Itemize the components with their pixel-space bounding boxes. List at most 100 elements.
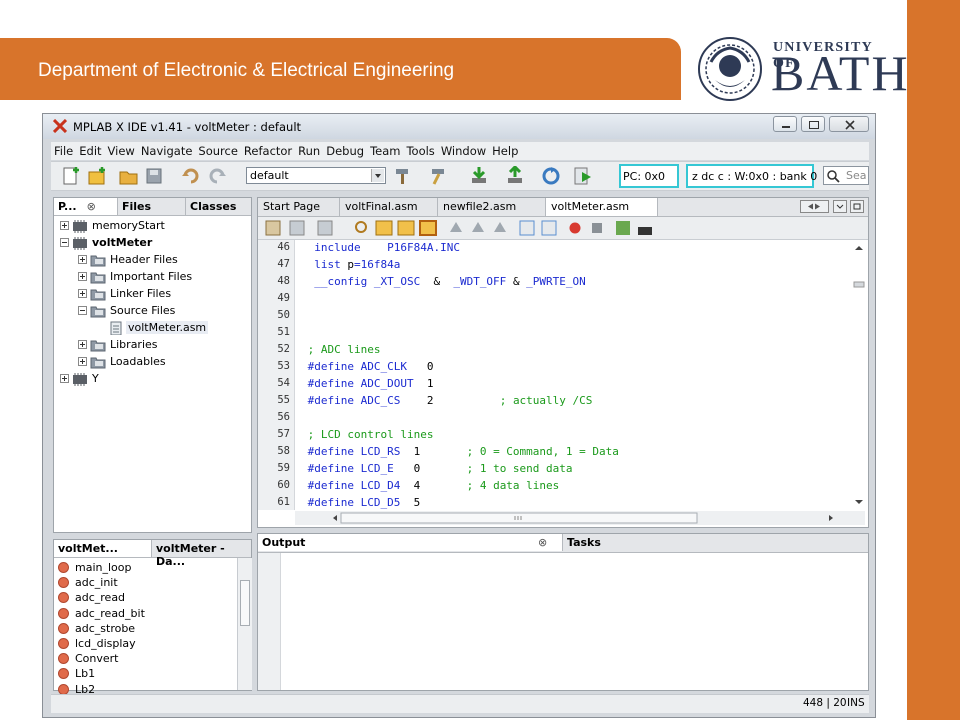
symbol-item[interactable]: main_loop [58,561,131,576]
tab-dashboard[interactable]: voltMeter - Da... [152,540,252,568]
scroll-thumb[interactable] [240,580,250,626]
bath-seal-icon [698,37,762,101]
line-number: 56 [277,411,290,423]
label-symbol-icon [58,592,69,604]
tab-projects-label: P... [58,200,77,213]
close-icon[interactable]: ⊗ [538,536,547,549]
symbol-label: adc_read [75,591,126,605]
open-project-icon[interactable] [119,166,139,186]
window-titlebar[interactable]: MPLAB X IDE v1.41 - voltMeter : default [43,114,875,139]
new-file-icon[interactable] [61,166,81,186]
code-area[interactable]: include P16F84A.INC list p=16f84a __conf… [295,240,845,510]
editor-horizontal-scrollbar[interactable] [295,511,865,525]
line-number: 48 [277,275,290,287]
line-number: 61 [277,496,290,508]
new-project-icon[interactable] [87,166,107,186]
main-toolbar: default PC: 0x0 z dc c : W:0x0 : bank 0 … [51,161,869,191]
menu-window[interactable]: Window [438,142,489,158]
menu-help[interactable]: Help [489,142,521,158]
collapse-icon[interactable] [60,238,69,247]
tab-output-label: Output [262,536,306,549]
menu-source[interactable]: Source [195,142,241,158]
tab-files[interactable]: Files [118,198,186,215]
symbol-item[interactable]: Lb1 [58,667,95,682]
symbol-item[interactable]: adc_read [58,591,125,606]
symbol-item[interactable]: Convert [58,652,119,667]
symbol-item[interactable]: adc_strobe [58,622,135,637]
program-device-icon[interactable] [469,166,489,186]
reset-icon[interactable] [541,166,561,186]
status-bar: 448 | 20 INS [51,694,869,713]
expand-icon[interactable] [78,255,87,264]
menu-run[interactable]: Run [295,142,323,158]
editor-vertical-scrollbar[interactable] [851,240,867,510]
symbol-item[interactable]: adc_read_bit [58,607,145,622]
tab-projects[interactable]: P... ⊗ [54,198,118,215]
tab-classes[interactable]: Classes [186,198,252,215]
menu-edit[interactable]: Edit [76,142,104,158]
navigator-scrollbar[interactable] [237,558,252,690]
output-panel: Output ⊗ Tasks [257,533,869,691]
code-token: #define ADC_DOUT [301,377,427,390]
symbol-label: adc_read_bit [75,606,145,620]
expand-icon[interactable] [78,340,87,349]
code-token: ; 1 to send data [420,462,573,475]
undo-icon[interactable] [181,166,201,186]
symbol-item[interactable]: adc_init [58,576,118,591]
redo-icon[interactable] [207,166,227,186]
tree-node-label: Loadables [110,355,166,368]
expand-icon[interactable] [78,357,87,366]
expand-icon[interactable] [78,272,87,281]
tab-start-page[interactable]: Start Page [258,198,340,216]
read-device-icon[interactable] [505,166,525,186]
maximize-button[interactable] [801,116,825,132]
close-button[interactable] [829,116,869,132]
collapse-icon[interactable] [78,306,87,315]
label-symbol-icon [58,577,69,589]
tree-node-label: memoryStart [92,219,165,232]
line-number: 47 [277,258,290,270]
save-all-icon[interactable] [145,166,165,186]
build-hammer-icon[interactable] [393,166,413,186]
tree-node-label: Source Files [110,304,176,317]
minimize-button[interactable] [773,116,797,132]
expand-icon[interactable] [60,221,69,230]
menu-tools[interactable]: Tools [403,142,437,158]
tab-voltfinal[interactable]: voltFinal.asm [340,198,438,216]
tab-navigator[interactable]: voltMet... [54,540,152,557]
symbol-item[interactable]: lcd_display [58,637,136,652]
menu-refactor[interactable]: Refactor [241,142,295,158]
tab-tasks[interactable]: Tasks [563,534,868,551]
cursor-position: 448 | 20 [803,697,847,709]
line-number: 60 [277,479,290,491]
label-symbol-icon [58,638,69,649]
debug-run-icon[interactable] [573,166,593,186]
code-token: list [301,258,348,271]
folder-icon [90,255,106,267]
configuration-select[interactable]: default [246,167,386,184]
tree-node-label: Important Files [110,270,193,283]
clean-build-icon[interactable] [429,166,449,186]
close-icon[interactable]: ⊗ [87,200,96,213]
expand-icon[interactable] [60,374,69,383]
navigator-panel: voltMet... voltMeter - Da... main_loop ad… [53,539,252,696]
maximize-icon [809,121,819,129]
search-input[interactable]: Sea [823,166,869,185]
editor-toolbar-icons[interactable] [258,217,678,239]
tree-node-label: Y [92,372,99,385]
menu-debug[interactable]: Debug [323,142,367,158]
code-token: 0 [426,360,434,373]
expand-icon[interactable] [78,289,87,298]
menu-view[interactable]: View [105,142,138,158]
folder-icon [90,357,106,369]
code-token: #define LCD_RS [301,445,414,458]
tab-newfile2[interactable]: newfile2.asm [438,198,546,216]
folder-icon [90,340,106,352]
tab-output[interactable]: Output ⊗ [258,534,563,551]
menu-file[interactable]: File [51,142,76,158]
tab-navigation-icon[interactable] [800,200,866,214]
menu-navigate[interactable]: Navigate [138,142,196,158]
symbol-label: adc_init [75,576,118,590]
menu-team[interactable]: Team [367,142,403,158]
tab-voltmeter[interactable]: voltMeter.asm [546,198,658,216]
